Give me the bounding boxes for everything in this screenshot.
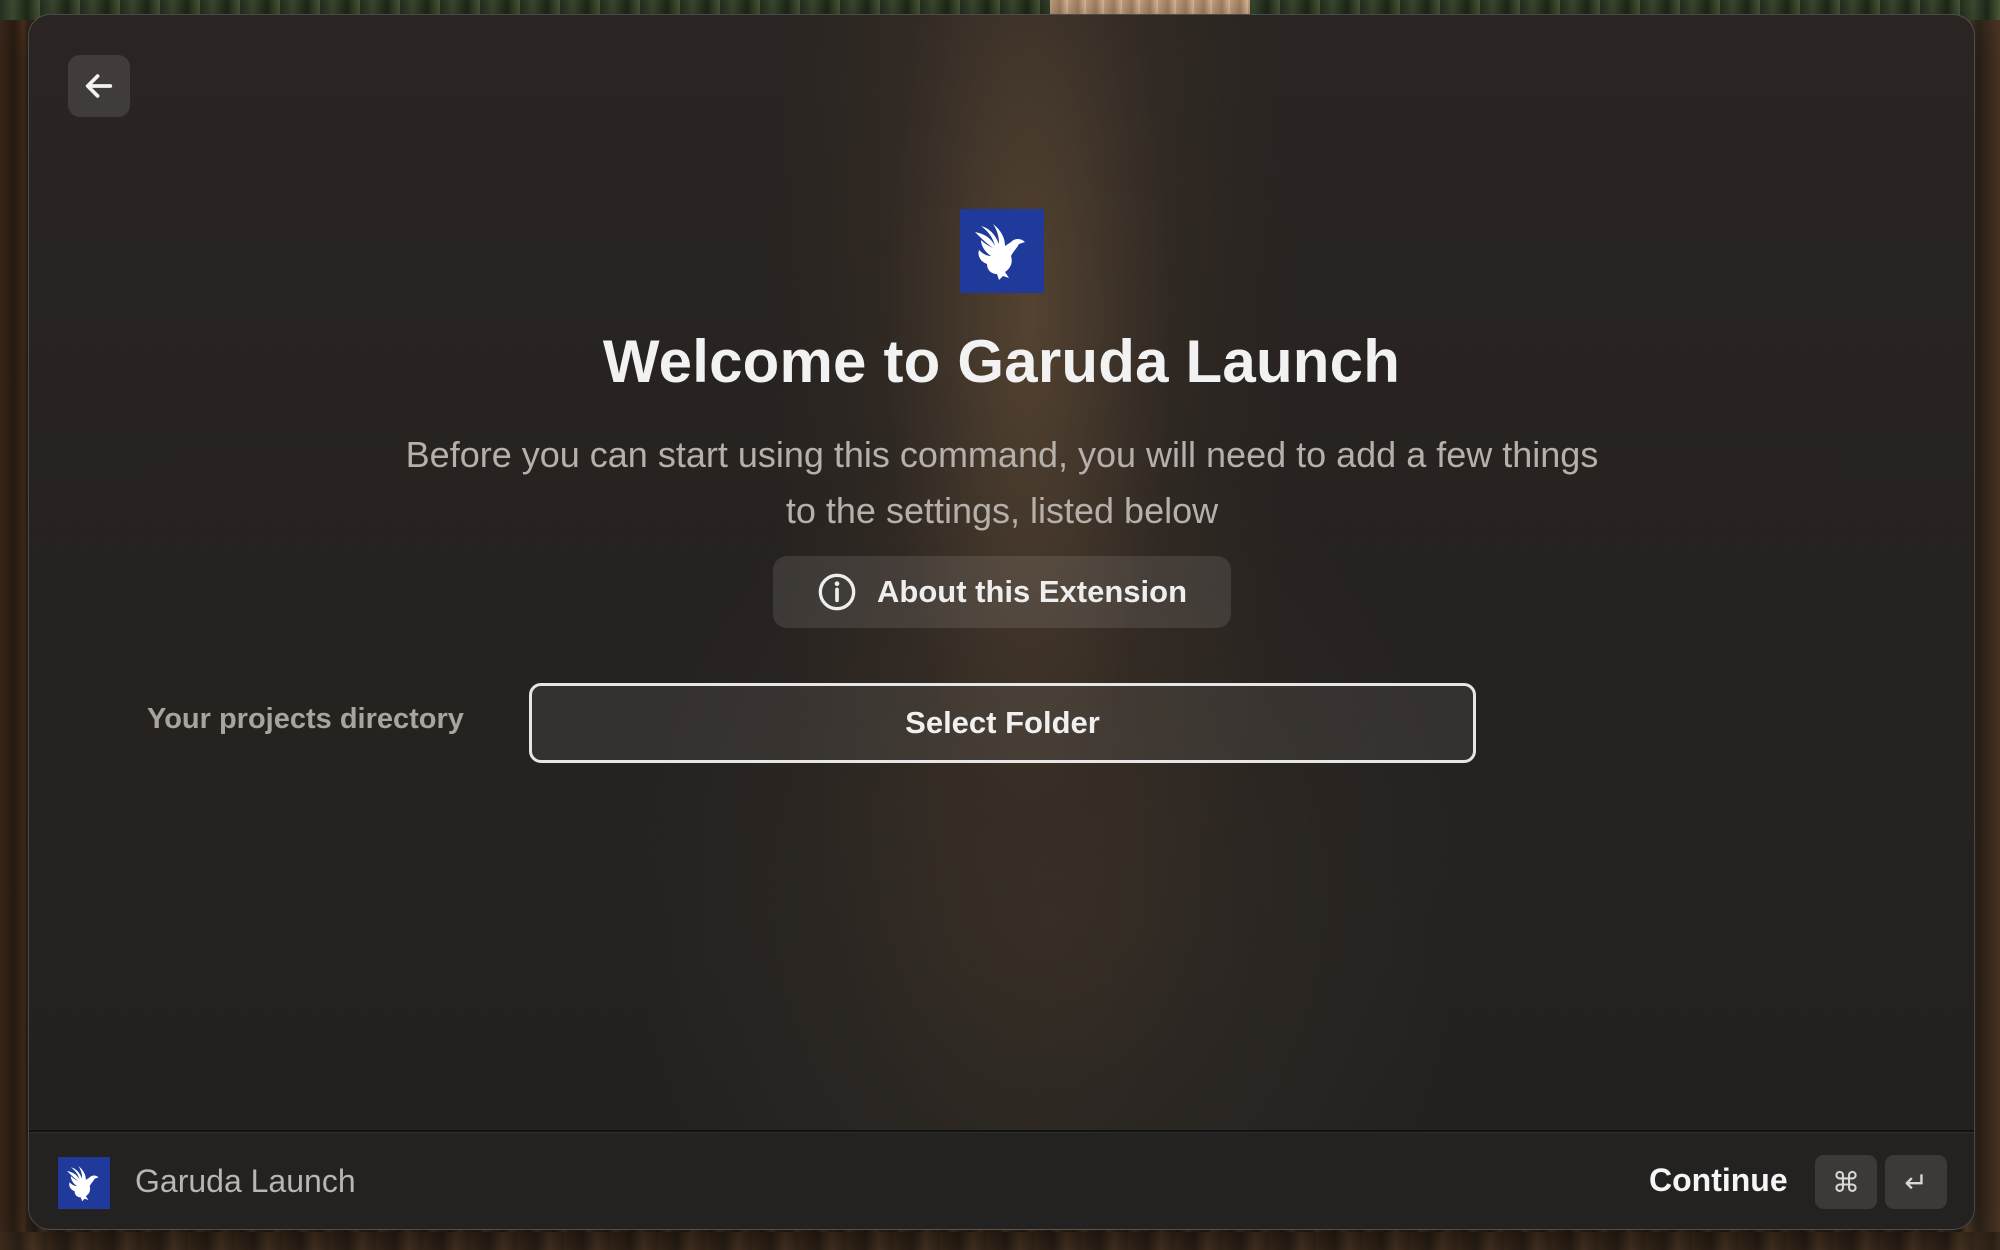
command-key-icon: ⌘ (1815, 1155, 1877, 1209)
action-bar: Garuda Launch Continue ⌘ ↵ (29, 1130, 1974, 1229)
background-ground (0, 1232, 2000, 1250)
arrow-left-icon (85, 74, 113, 98)
back-button[interactable] (68, 55, 130, 117)
extension-window: </> Welcome to Garuda Launch Before you … (28, 14, 1975, 1230)
garuda-logo-icon (58, 1157, 110, 1209)
return-key-icon: ↵ (1885, 1155, 1947, 1209)
page-subtitle: Before you can start using this command,… (405, 434, 1599, 531)
svg-text:</>: </> (1015, 248, 1033, 259)
page-title: Welcome to Garuda Launch (602, 328, 1401, 395)
info-icon (818, 573, 856, 611)
select-folder-button[interactable]: Select Folder (529, 683, 1476, 763)
continue-button[interactable]: Continue (1649, 1162, 1788, 1199)
about-extension-label: About this Extension (877, 574, 1187, 609)
projects-directory-label: Your projects directory (147, 703, 464, 735)
about-extension-button[interactable]: About this Extension (773, 556, 1231, 628)
garuda-logo-icon: </> (960, 209, 1044, 293)
extension-name: Garuda Launch (135, 1163, 356, 1199)
